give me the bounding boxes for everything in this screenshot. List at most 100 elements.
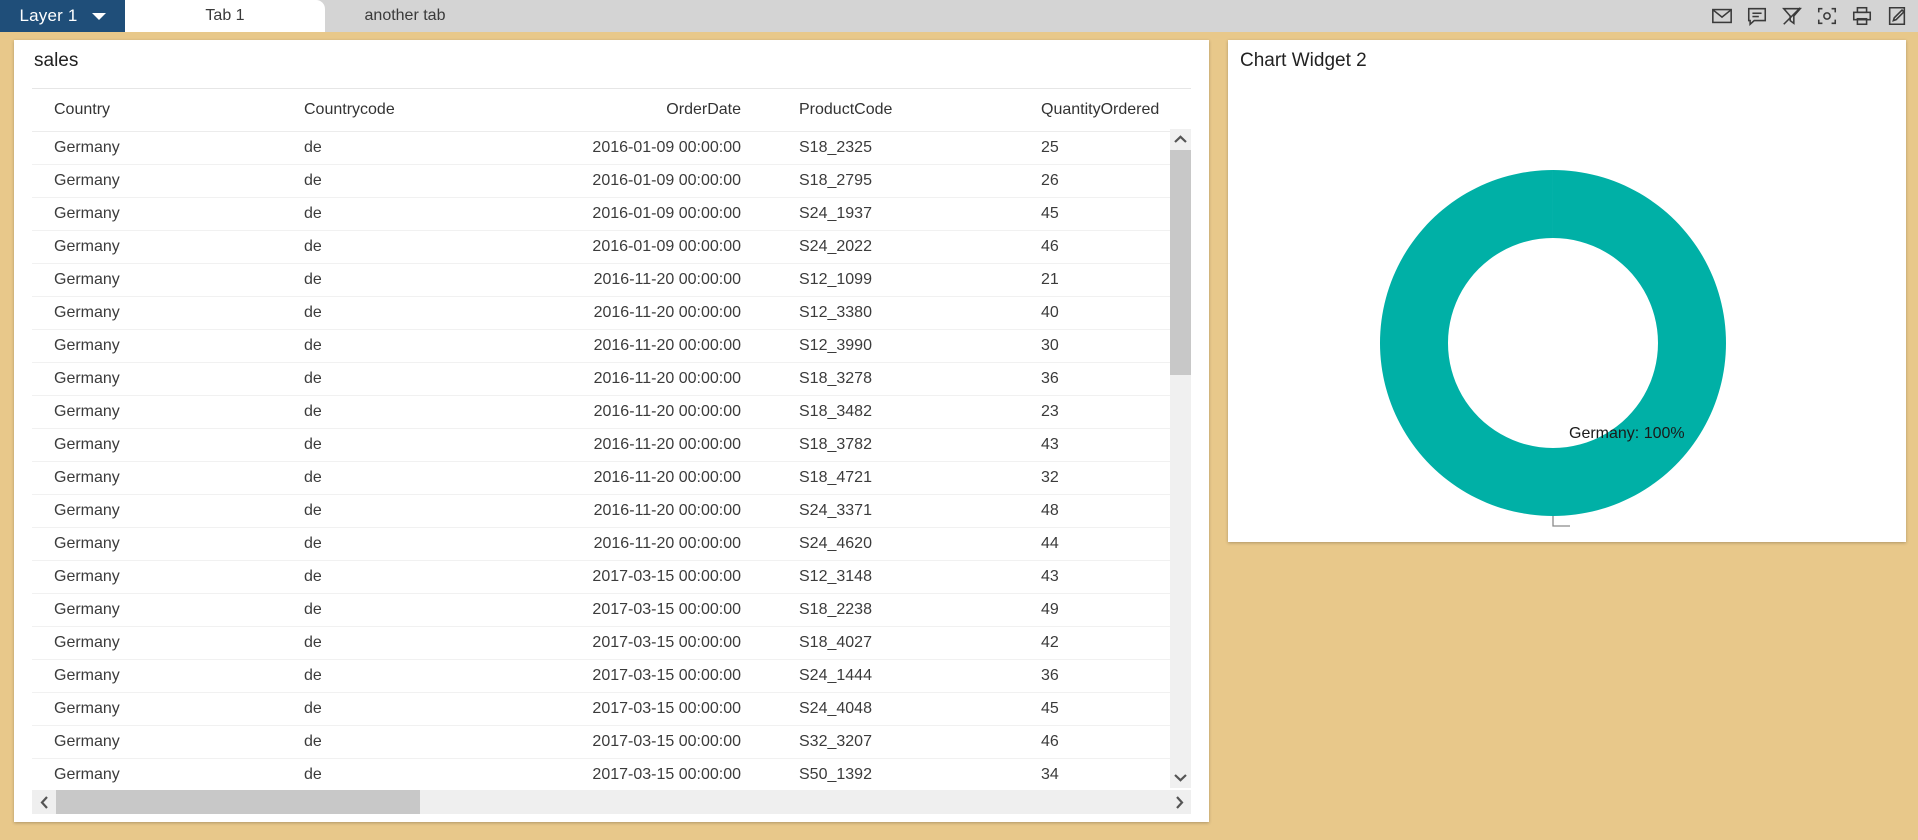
- chevron-down-icon: [91, 12, 106, 20]
- comment-icon[interactable]: [1746, 5, 1768, 27]
- cell-quantityordered: 45: [1027, 197, 1174, 231]
- column-header-productcode[interactable]: ProductCode: [777, 89, 1027, 132]
- screenshot-icon[interactable]: [1816, 5, 1838, 27]
- cell-countrycode: de: [282, 428, 532, 462]
- table-row[interactable]: Germany de 2017-03-15 00:00:00 S18_4027 42: [32, 626, 1174, 660]
- print-icon[interactable]: [1851, 5, 1873, 27]
- tab-tab-1[interactable]: Tab 1: [125, 0, 325, 32]
- chevron-up-icon: [1174, 135, 1187, 143]
- table-horizontal-scrollbar[interactable]: [32, 790, 1191, 814]
- top-bar: Layer 1 Tab 1 another tab: [0, 0, 1918, 32]
- tab-label: Tab 1: [205, 7, 245, 24]
- cell-orderdate: 2016-01-09 00:00:00: [532, 164, 777, 198]
- table-row[interactable]: Germany de 2017-03-15 00:00:00 S12_3148 43: [32, 560, 1174, 594]
- filter-off-icon[interactable]: [1781, 5, 1803, 27]
- cell-quantityordered: 36: [1027, 659, 1174, 693]
- column-header-countrycode[interactable]: Countrycode: [282, 89, 532, 132]
- horizontal-scroll-thumb[interactable]: [56, 790, 420, 814]
- donut-leader-line: [1552, 516, 1570, 527]
- table-row[interactable]: Germany de 2016-01-09 00:00:00 S24_2022 46: [32, 230, 1174, 264]
- table-row[interactable]: Germany de 2016-01-09 00:00:00 S18_2795 26: [32, 164, 1174, 198]
- table-vertical-scrollbar[interactable]: [1170, 129, 1191, 788]
- mail-icon[interactable]: [1711, 5, 1733, 27]
- table-widget-title: sales: [34, 50, 79, 71]
- cell-countrycode: de: [282, 560, 532, 594]
- table-row[interactable]: Germany de 2016-11-20 00:00:00 S12_1099 21: [32, 263, 1174, 297]
- cell-quantityordered: 46: [1027, 725, 1174, 759]
- chevron-left-icon: [40, 795, 48, 809]
- cell-productcode: S18_3278: [777, 362, 1027, 396]
- cell-quantityordered: 40: [1027, 296, 1174, 330]
- cell-country: Germany: [32, 692, 282, 726]
- cell-quantityordered: 25: [1027, 131, 1174, 165]
- cell-productcode: S24_4048: [777, 692, 1027, 726]
- cell-quantityordered: 21: [1027, 263, 1174, 297]
- table-row[interactable]: Germany de 2016-01-09 00:00:00 S24_1937 45: [32, 197, 1174, 231]
- chart-widget: Chart Widget 2 Germany: 100%: [1228, 40, 1906, 542]
- cell-quantityordered: 45: [1027, 692, 1174, 726]
- table-row[interactable]: Germany de 2016-11-20 00:00:00 S24_4620 44: [32, 527, 1174, 561]
- cell-country: Germany: [32, 593, 282, 627]
- column-header-country[interactable]: Country: [32, 89, 282, 132]
- chart-widget-title: Chart Widget 2: [1240, 50, 1367, 71]
- cell-orderdate: 2017-03-15 00:00:00: [532, 659, 777, 693]
- cell-productcode: S18_2325: [777, 131, 1027, 165]
- cell-productcode: S24_1444: [777, 659, 1027, 693]
- table-row[interactable]: Germany de 2016-11-20 00:00:00 S18_3278 36: [32, 362, 1174, 396]
- table-row[interactable]: Germany de 2016-11-20 00:00:00 S18_3482 23: [32, 395, 1174, 429]
- column-header-quantityordered[interactable]: QuantityOrdered: [1027, 89, 1174, 132]
- table-row[interactable]: Germany de 2016-11-20 00:00:00 S18_4721 32: [32, 461, 1174, 495]
- cell-countrycode: de: [282, 164, 532, 198]
- vertical-scroll-thumb[interactable]: [1170, 150, 1191, 375]
- table-row[interactable]: Germany de 2017-03-15 00:00:00 S24_4048 45: [32, 692, 1174, 726]
- layer-selector-label: Layer 1: [19, 6, 78, 25]
- cell-quantityordered: 49: [1027, 593, 1174, 627]
- cell-country: Germany: [32, 263, 282, 297]
- cell-quantityordered: 48: [1027, 494, 1174, 528]
- table-widget: sales Country Countrycode OrderDate Prod…: [14, 40, 1209, 822]
- donut-chart[interactable]: [1228, 76, 1906, 542]
- scroll-down-button[interactable]: [1170, 767, 1191, 788]
- cell-countrycode: de: [282, 362, 532, 396]
- cell-productcode: S12_3380: [777, 296, 1027, 330]
- column-header-orderdate[interactable]: OrderDate: [532, 89, 777, 132]
- tab-another-tab[interactable]: another tab: [325, 0, 485, 32]
- cell-orderdate: 2017-03-15 00:00:00: [532, 593, 777, 627]
- cell-country: Germany: [32, 164, 282, 198]
- scroll-left-button[interactable]: [32, 790, 56, 814]
- cell-countrycode: de: [282, 329, 532, 363]
- table-row[interactable]: Germany de 2017-03-15 00:00:00 S32_3207 46: [32, 725, 1174, 759]
- cell-orderdate: 2016-11-20 00:00:00: [532, 296, 777, 330]
- table-row[interactable]: Germany de 2016-01-09 00:00:00 S18_2325 25: [32, 131, 1174, 165]
- cell-productcode: S18_3782: [777, 428, 1027, 462]
- cell-orderdate: 2016-11-20 00:00:00: [532, 494, 777, 528]
- cell-productcode: S12_3990: [777, 329, 1027, 363]
- cell-country: Germany: [32, 131, 282, 165]
- cell-productcode: S24_2022: [777, 230, 1027, 264]
- cell-quantityordered: 26: [1027, 164, 1174, 198]
- table-row[interactable]: Germany de 2017-03-15 00:00:00 S24_1444 36: [32, 659, 1174, 693]
- cell-productcode: S12_3148: [777, 560, 1027, 594]
- cell-country: Germany: [32, 329, 282, 363]
- table-row[interactable]: Germany de 2016-11-20 00:00:00 S18_3782 43: [32, 428, 1174, 462]
- cell-quantityordered: 36: [1027, 362, 1174, 396]
- table-header-row: Country Countrycode OrderDate ProductCod…: [32, 89, 1174, 132]
- scroll-right-button[interactable]: [1167, 790, 1191, 814]
- cell-countrycode: de: [282, 230, 532, 264]
- cell-country: Germany: [32, 230, 282, 264]
- table-row[interactable]: Germany de 2017-03-15 00:00:00 S50_1392 34: [32, 758, 1174, 788]
- scroll-up-button[interactable]: [1170, 129, 1191, 150]
- table-row[interactable]: Germany de 2016-11-20 00:00:00 S12_3380 40: [32, 296, 1174, 330]
- donut-slice-label: Germany: 100%: [1569, 425, 1685, 442]
- cell-countrycode: de: [282, 626, 532, 660]
- app-root: Layer 1 Tab 1 another tab sales Country …: [0, 0, 1918, 840]
- donut-slice[interactable]: [1379, 170, 1726, 516]
- cell-country: Germany: [32, 461, 282, 495]
- cell-productcode: S18_4721: [777, 461, 1027, 495]
- edit-icon[interactable]: [1886, 5, 1908, 27]
- table-row[interactable]: Germany de 2016-11-20 00:00:00 S12_3990 30: [32, 329, 1174, 363]
- layer-selector-button[interactable]: Layer 1: [0, 0, 125, 32]
- table-row[interactable]: Germany de 2016-11-20 00:00:00 S24_3371 48: [32, 494, 1174, 528]
- table-row[interactable]: Germany de 2017-03-15 00:00:00 S18_2238 49: [32, 593, 1174, 627]
- cell-country: Germany: [32, 428, 282, 462]
